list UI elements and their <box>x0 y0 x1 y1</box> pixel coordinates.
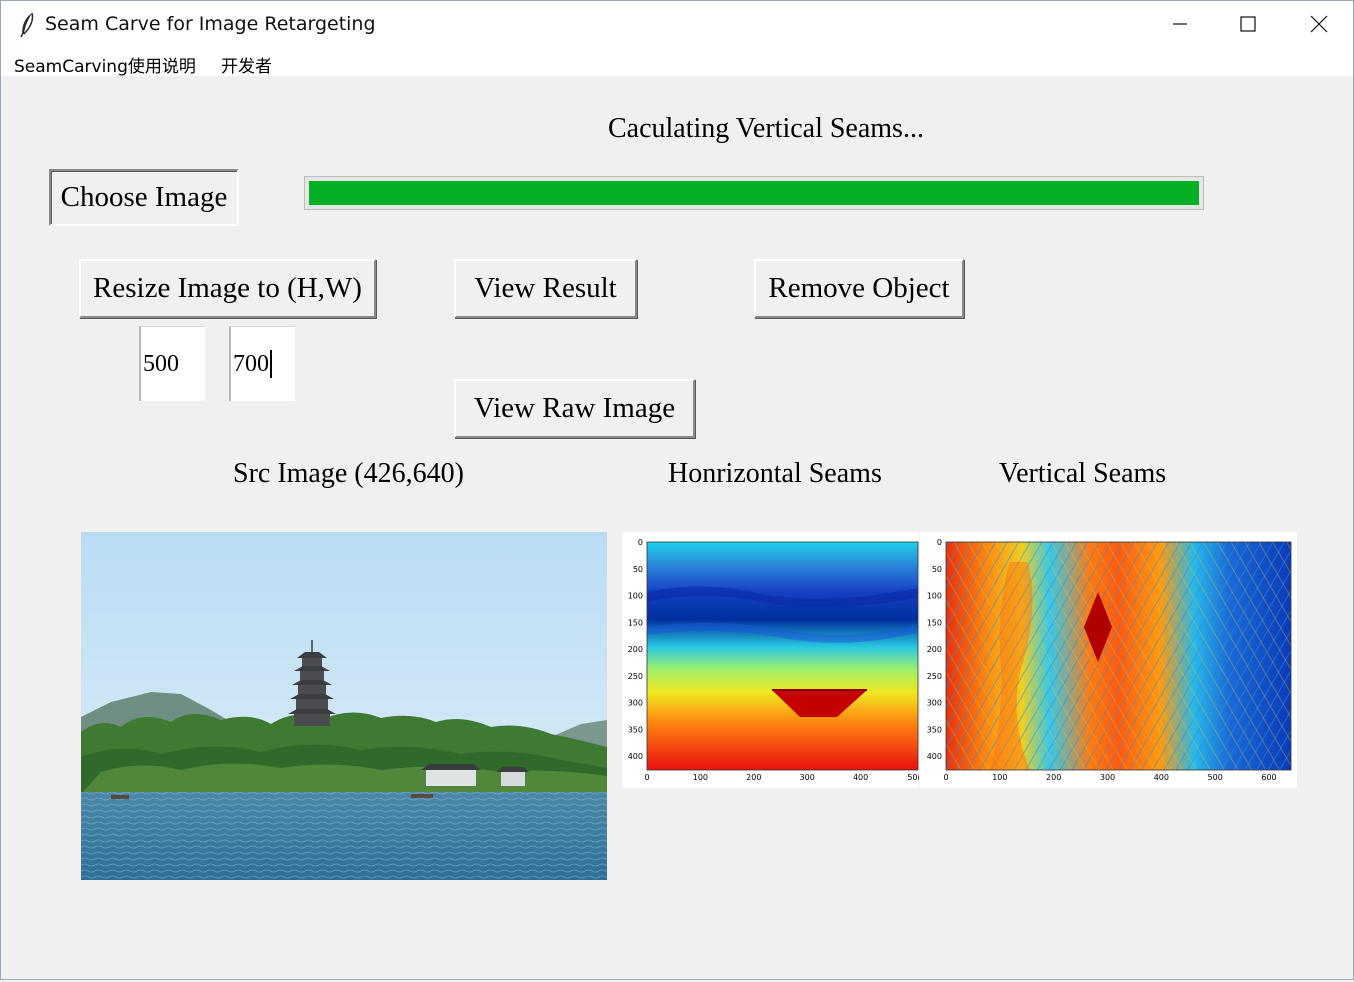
h-y-tick-label: 400 <box>628 752 643 761</box>
height-input[interactable]: 500 <box>139 326 205 401</box>
remove-object-button[interactable]: Remove Object <box>754 259 964 318</box>
horizontal-seams-label: Honrizontal Seams <box>668 458 882 489</box>
v-x-tick-label: 300 <box>1100 773 1115 782</box>
v-y-tick-label: 150 <box>927 618 942 627</box>
h-x-tick-label: 200 <box>746 773 761 782</box>
h-x-tick-label: 0 <box>644 773 649 782</box>
h-y-tick-label: 350 <box>628 725 643 734</box>
app-window: Seam Carve for Image Retargeting SeamCar… <box>0 0 1354 980</box>
minimize-button[interactable] <box>1145 1 1215 47</box>
width-input[interactable]: 700 <box>229 326 295 401</box>
h-x-tick-label: 400 <box>853 773 868 782</box>
h-y-tick-label: 200 <box>628 645 643 654</box>
pagoda-lake-photo <box>81 532 607 880</box>
v-x-tick-label: 200 <box>1046 773 1061 782</box>
width-value: 700 <box>233 350 269 377</box>
v-x-tick-label: 400 <box>1154 773 1169 782</box>
horizontal-seams-plot: 0 50 100 150 200 250 300 350 400 0 100 200 300 400 50… <box>622 532 921 788</box>
v-y-tick-label: 300 <box>927 699 942 708</box>
status-label: Caculating Vertical Seams... <box>608 113 924 144</box>
h-y-tick-label: 150 <box>628 618 643 627</box>
v-x-tick-label: 600 <box>1261 773 1276 782</box>
vertical-seams-plot: 0 50 100 150 200 250 300 350 400 0 100 200 300 400 50… <box>920 532 1297 788</box>
v-y-tick-label: 400 <box>927 752 942 761</box>
vertical-energy-map: 0 50 100 150 200 250 300 350 400 0 100 200 300 400 50… <box>927 538 1292 782</box>
h-y-tick-label: 50 <box>633 565 643 574</box>
minimize-icon <box>1173 23 1187 25</box>
h-y-tick-label: 0 <box>638 538 643 547</box>
v-y-tick-label: 350 <box>927 725 942 734</box>
maximize-icon <box>1240 16 1256 32</box>
v-x-tick-label: 500 <box>1208 773 1223 782</box>
h-x-tick-label: 50( <box>907 773 919 782</box>
v-y-tick-label: 200 <box>927 645 942 654</box>
close-icon <box>1310 15 1328 33</box>
resize-image-button[interactable]: Resize Image to (H,W) <box>79 259 376 318</box>
v-y-tick-label: 0 <box>937 538 942 547</box>
text-caret <box>270 350 272 378</box>
h-y-tick-label: 250 <box>628 672 643 681</box>
progress-fill <box>309 181 1199 205</box>
height-value: 500 <box>143 350 179 377</box>
window-title: Seam Carve for Image Retargeting <box>45 13 376 35</box>
view-raw-image-button[interactable]: View Raw Image <box>454 379 695 438</box>
title-bar[interactable]: Seam Carve for Image Retargeting <box>1 1 1353 47</box>
progress-bar <box>304 176 1204 210</box>
h-y-tick-label: 300 <box>628 699 643 708</box>
v-y-tick-label: 50 <box>932 565 942 574</box>
menu-bar: SeamCarving使用说明 开发者 <box>1 47 1353 77</box>
v-y-tick-label: 250 <box>927 672 942 681</box>
menu-item-usage[interactable]: SeamCarving使用说明 <box>14 52 196 77</box>
vertical-seams-label: Vertical Seams <box>999 458 1167 489</box>
choose-image-button[interactable]: Choose Image <box>49 169 239 226</box>
close-button[interactable] <box>1284 1 1354 47</box>
menu-item-developer[interactable]: 开发者 <box>221 52 272 77</box>
h-x-tick-label: 300 <box>800 773 815 782</box>
v-y-tick-label: 100 <box>927 592 942 601</box>
v-x-tick-label: 100 <box>992 773 1007 782</box>
source-image <box>81 532 607 880</box>
v-x-tick-label: 0 <box>943 773 948 782</box>
horizontal-energy-map: 0 50 100 150 200 250 300 350 400 0 100 200 300 400 50… <box>628 538 921 782</box>
view-result-button[interactable]: View Result <box>454 259 637 318</box>
maximize-button[interactable] <box>1213 1 1283 47</box>
feather-icon <box>20 12 34 38</box>
h-y-tick-label: 100 <box>628 592 643 601</box>
h-x-tick-label: 100 <box>693 773 708 782</box>
src-image-label: Src Image (426,640) <box>233 458 464 489</box>
